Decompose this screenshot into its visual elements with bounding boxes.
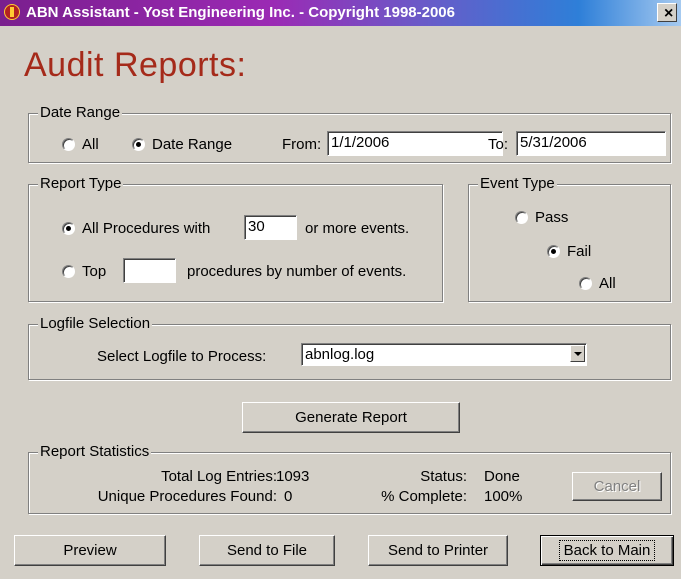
chevron-down-icon[interactable] (570, 345, 585, 362)
unique-procedures-label: Unique Procedures Found: (97, 488, 277, 505)
radio-date-all[interactable]: All (62, 136, 99, 153)
radio-event-all-label: All (599, 275, 616, 292)
report-type-group-label: Report Type (38, 175, 124, 193)
total-log-entries-label: Total Log Entries: (161, 468, 277, 485)
radio-all-procedures-circle[interactable] (62, 222, 75, 235)
min-events-suffix: or more events. (305, 220, 410, 237)
to-date-input[interactable]: 5/31/2006 (516, 131, 666, 156)
logfile-dropdown[interactable]: abnlog.log (301, 343, 587, 366)
close-button[interactable]: × (657, 3, 677, 22)
window-title: ABN Assistant - Yost Engineering Inc. - … (26, 4, 455, 21)
back-to-main-button[interactable]: Back to Main (540, 535, 674, 566)
logfile-dropdown-value: abnlog.log (305, 346, 375, 363)
unique-procedures-value: 0 (284, 488, 293, 505)
radio-date-range-circle[interactable] (132, 138, 145, 151)
report-statistics-group: Report Statistics Total Log Entries: 109… (28, 443, 671, 514)
radio-event-fail-circle[interactable] (547, 245, 560, 258)
radio-top-procedures-label: Top (82, 263, 107, 280)
back-to-main-label: Back to Main (558, 540, 656, 561)
radio-date-all-label: All (82, 136, 99, 153)
generate-report-button[interactable]: Generate Report (242, 402, 460, 433)
radio-event-fail[interactable]: Fail (547, 243, 591, 260)
radio-all-procedures-label: All Procedures with (82, 220, 211, 237)
min-events-input[interactable]: 30 (244, 215, 297, 240)
logfile-group-label: Logfile Selection (38, 315, 153, 333)
preview-button[interactable]: Preview (14, 535, 166, 566)
close-icon: × (664, 5, 674, 22)
radio-date-all-circle[interactable] (62, 138, 75, 151)
send-to-printer-button[interactable]: Send to Printer (368, 535, 508, 566)
status-value: Done (484, 468, 520, 485)
title-bar[interactable]: ABN Assistant - Yost Engineering Inc. - … (0, 0, 681, 26)
percent-complete-value: 100% (484, 488, 523, 505)
top-procedures-suffix: procedures by number of events. (187, 263, 407, 280)
percent-complete-label: % Complete: (381, 488, 467, 505)
from-date-input[interactable]: 1/1/2006 (327, 131, 503, 156)
radio-event-pass-circle[interactable] (515, 211, 528, 224)
status-label: Status: (420, 468, 467, 485)
radio-event-all-circle[interactable] (579, 277, 592, 290)
radio-all-procedures[interactable]: All Procedures with (62, 220, 210, 237)
audit-reports-window: ABN Assistant - Yost Engineering Inc. - … (0, 0, 681, 579)
radio-date-range-label: Date Range (152, 136, 233, 153)
date-range-group-label: Date Range (38, 104, 123, 122)
page-title: Audit Reports: (24, 46, 247, 84)
radio-top-procedures[interactable]: Top (62, 263, 106, 280)
radio-event-all[interactable]: All (579, 275, 616, 292)
radio-event-pass[interactable]: Pass (515, 209, 568, 226)
logfile-select-label: Select Logfile to Process: (97, 348, 267, 365)
top-count-input[interactable] (123, 258, 176, 283)
statistics-group-label: Report Statistics (38, 443, 152, 461)
radio-date-range[interactable]: Date Range (132, 136, 232, 153)
cancel-button[interactable]: Cancel (572, 472, 662, 501)
event-type-group-label: Event Type (478, 175, 557, 193)
to-label: To: (488, 136, 509, 153)
radio-event-pass-label: Pass (535, 209, 569, 226)
abn-app-icon[interactable] (4, 4, 20, 20)
date-range-group: Date Range All Date Range From: 1/1/2006… (28, 104, 671, 163)
total-log-entries-value: 1093 (276, 468, 310, 485)
radio-top-procedures-circle[interactable] (62, 265, 75, 278)
logfile-selection-group: Logfile Selection Select Logfile to Proc… (28, 315, 671, 380)
send-to-file-button[interactable]: Send to File (199, 535, 335, 566)
radio-event-fail-label: Fail (567, 243, 592, 260)
event-type-group: Event Type Pass Fail All (468, 175, 671, 302)
report-type-group: Report Type All Procedures with 30 or mo… (28, 175, 443, 302)
from-label: From: (282, 136, 322, 153)
